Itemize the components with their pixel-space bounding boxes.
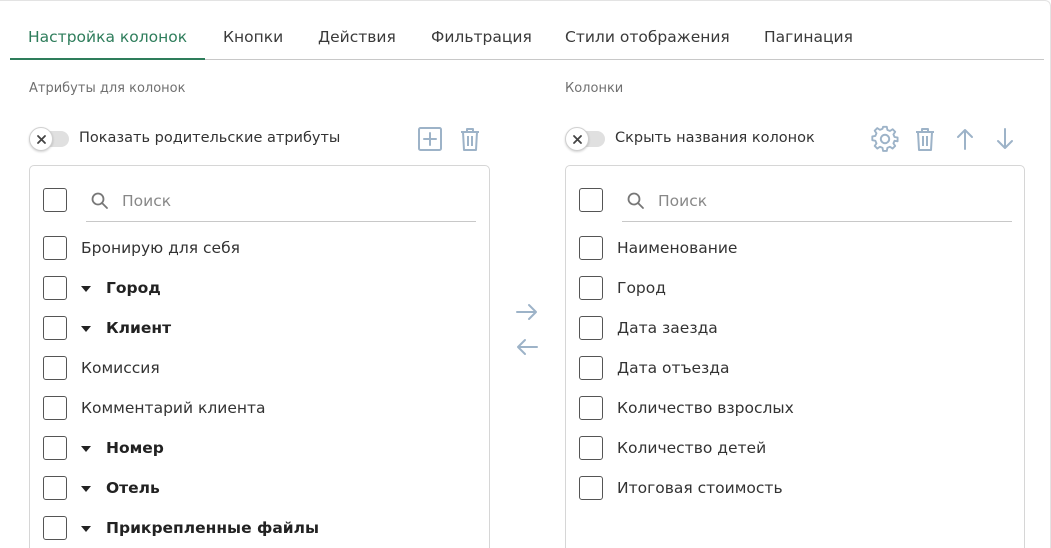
item-checkbox[interactable]: [43, 316, 67, 340]
item-label: Количество взрослых: [617, 399, 794, 417]
item-checkbox[interactable]: [43, 356, 67, 380]
select-all-columns-checkbox[interactable]: [579, 188, 603, 212]
item-checkbox[interactable]: [579, 276, 603, 300]
columns-section-label: Колонки: [565, 81, 624, 96]
move-right-button[interactable]: [512, 299, 542, 325]
attributes-panel: [29, 165, 490, 548]
item-checkbox[interactable]: [579, 356, 603, 380]
arrow-left-icon: [517, 339, 538, 355]
item-label: Наименование: [617, 239, 738, 257]
search-icon: [91, 192, 108, 209]
item-checkbox[interactable]: [43, 476, 67, 500]
item-checkbox[interactable]: [579, 396, 603, 420]
columns-search: [622, 181, 1012, 222]
item-label: Город: [617, 279, 666, 297]
item-label: Город: [106, 279, 161, 297]
trash-icon: [461, 128, 479, 151]
item-checkbox[interactable]: [43, 236, 67, 260]
close-icon: [37, 135, 46, 144]
arrow-down-icon: [997, 128, 1013, 149]
move-left-button[interactable]: [512, 334, 542, 360]
attributes-search-input[interactable]: [122, 187, 422, 215]
item-label: Прикрепленные файлы: [106, 519, 320, 537]
delete-attribute-button[interactable]: [455, 124, 485, 154]
item-checkbox[interactable]: [43, 276, 67, 300]
columns-search-input[interactable]: [658, 187, 958, 215]
gear-icon: [871, 125, 899, 152]
close-icon: [573, 135, 582, 144]
item-checkbox[interactable]: [579, 476, 603, 500]
tab-buttons[interactable]: Кнопки: [205, 15, 301, 59]
attributes-search: [86, 181, 476, 222]
item-label: Отель: [106, 479, 160, 497]
arrow-up-icon: [957, 129, 973, 150]
hide-column-names-toggle[interactable]: [565, 126, 605, 152]
caret-down-icon[interactable]: [81, 286, 91, 292]
caret-down-icon[interactable]: [81, 486, 91, 492]
item-label: Количество детей: [617, 439, 767, 457]
item-label: Дата заезда: [617, 319, 718, 337]
move-column-down-button[interactable]: [990, 124, 1020, 154]
item-label: Клиент: [106, 319, 172, 337]
item-label: Дата отъезда: [617, 359, 730, 377]
item-label: Комиссия: [81, 359, 160, 377]
show-parent-attributes-toggle[interactable]: [29, 126, 69, 152]
tab-columns-settings[interactable]: Настройка колонок: [10, 15, 206, 60]
item-checkbox[interactable]: [43, 436, 67, 460]
tab-bar: Настройка колонок Кнопки Действия Фильтр…: [10, 15, 1044, 60]
column-settings-button[interactable]: [870, 124, 900, 154]
item-checkbox[interactable]: [579, 316, 603, 340]
caret-down-icon[interactable]: [81, 526, 91, 532]
tab-display-styles[interactable]: Стили отображения: [547, 15, 748, 59]
tab-pagination[interactable]: Пагинация: [746, 15, 871, 59]
search-icon: [627, 192, 644, 209]
item-checkbox[interactable]: [43, 516, 67, 540]
hide-column-names-label: Скрыть названия колонок: [615, 130, 815, 146]
item-checkbox[interactable]: [579, 236, 603, 260]
caret-down-icon[interactable]: [81, 446, 91, 452]
tab-actions[interactable]: Действия: [300, 15, 414, 59]
item-label: Итоговая стоимость: [617, 479, 783, 497]
item-checkbox[interactable]: [579, 436, 603, 460]
add-attribute-button[interactable]: [415, 124, 445, 154]
tab-filtering[interactable]: Фильтрация: [413, 15, 550, 59]
caret-down-icon[interactable]: [81, 326, 91, 332]
item-checkbox[interactable]: [43, 396, 67, 420]
trash-icon: [916, 128, 934, 151]
move-column-up-button[interactable]: [950, 124, 980, 154]
toggle-knob: [565, 127, 589, 151]
show-parent-attributes-label: Показать родительские атрибуты: [79, 130, 341, 146]
item-label: Комментарий клиента: [81, 399, 266, 417]
select-all-attributes-checkbox[interactable]: [43, 188, 67, 212]
item-label: Бронирую для себя: [81, 239, 240, 257]
add-box-icon: [418, 127, 442, 151]
attributes-section-label: Атрибуты для колонок: [29, 81, 186, 96]
item-label: Номер: [106, 439, 164, 457]
delete-column-button[interactable]: [910, 124, 940, 154]
toggle-knob: [29, 127, 53, 151]
arrow-right-icon: [516, 304, 537, 320]
